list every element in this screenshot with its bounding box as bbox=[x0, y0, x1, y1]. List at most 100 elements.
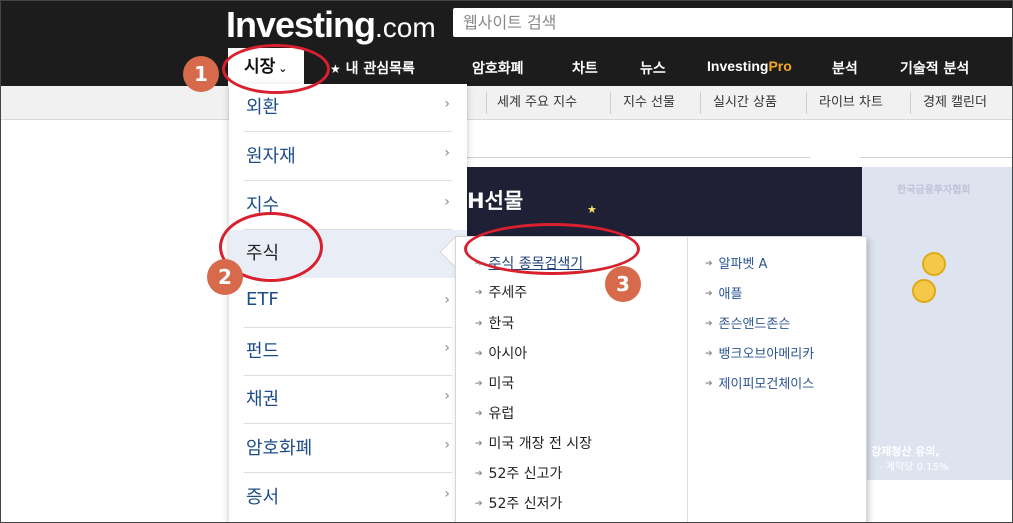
menu-item-certificates[interactable]: 증서 › bbox=[244, 474, 452, 522]
arrow-bullet-icon: ➔ bbox=[475, 259, 483, 269]
chevron-right-icon: › bbox=[444, 292, 450, 308]
arrow-bullet-icon: ➔ bbox=[475, 288, 483, 298]
annotation-badge-3: 3 bbox=[605, 266, 641, 302]
divider bbox=[687, 237, 688, 523]
submenu-link-stock[interactable]: ➔ 애플 bbox=[705, 284, 742, 304]
subnav-economic-calendar[interactable]: 경제 캘린더 bbox=[923, 86, 987, 120]
banner-illustration bbox=[862, 167, 1013, 480]
submenu-item-label: 미국 bbox=[488, 376, 515, 392]
chevron-right-icon: › bbox=[444, 194, 450, 210]
nav-investingpro[interactable]: InvestingPro bbox=[707, 58, 792, 75]
star-icon: ★ bbox=[330, 62, 341, 76]
menu-item-label: 증서 bbox=[246, 487, 280, 508]
subnav-live-charts[interactable]: 라이브 차트 bbox=[819, 86, 883, 120]
menu-item-indices[interactable]: 지수 › bbox=[244, 182, 452, 230]
submenu-item[interactable]: ➔ 52주 신고가 bbox=[475, 464, 562, 484]
top-header: Investing.com 웹사이트 검색 시장 ⌄ ★ 내 관심목록 암호화폐 … bbox=[0, 0, 1013, 86]
submenu-link-stock[interactable]: ➔ 존슨앤드존슨 bbox=[705, 314, 790, 334]
chevron-right-icon: › bbox=[444, 388, 450, 404]
chevron-down-icon: ⌄ bbox=[278, 62, 288, 75]
submenu-item-label: 52주 신고가 bbox=[488, 466, 563, 482]
banner-corner-text: 한국금융투자협회 bbox=[897, 185, 971, 196]
divider bbox=[467, 157, 810, 158]
submenu-item-label: 주식 종목검색기 bbox=[488, 256, 584, 272]
menu-item-label: 펀드 bbox=[246, 341, 280, 362]
chevron-right-icon: › bbox=[444, 340, 450, 356]
annotation-badge-2: 2 bbox=[207, 259, 243, 295]
nav-analysis[interactable]: 분석 bbox=[832, 58, 858, 78]
menu-item-funds[interactable]: 펀드 › bbox=[244, 328, 452, 376]
subnav-index-futures[interactable]: 지수 선물 bbox=[623, 86, 675, 120]
arrow-bullet-icon: ➔ bbox=[705, 289, 713, 299]
submenu-item-label: 유럽 bbox=[488, 406, 515, 422]
menu-item-bonds[interactable]: 채권 › bbox=[244, 376, 452, 424]
submenu-item[interactable]: ➔ 미국 개장 전 시장 bbox=[475, 434, 592, 454]
banner-note: - 계약당 0.15% bbox=[879, 462, 949, 473]
subnav-world-indices[interactable]: 세계 주요 지수 bbox=[497, 86, 577, 120]
nav-charts[interactable]: 차트 bbox=[572, 58, 598, 78]
menu-item-crypto[interactable]: 암호화폐 › bbox=[244, 425, 452, 473]
submenu-item[interactable]: ➔ 52주 신저가 bbox=[475, 494, 562, 514]
submenu-link-label: 뱅크오브아메리카 bbox=[718, 347, 815, 362]
submenu-item[interactable]: ➔ 아시아 bbox=[475, 344, 527, 364]
banner-title: H선물 bbox=[467, 189, 524, 213]
submenu-link-stock[interactable]: ➔ 알파벳 A bbox=[705, 254, 767, 274]
submenu-link-stock[interactable]: ➔ 뱅크오브아메리카 bbox=[705, 344, 814, 364]
arrow-bullet-icon: ➔ bbox=[705, 379, 713, 389]
coin-icon bbox=[912, 279, 936, 303]
stocks-submenu: ➔ 주식 종목검색기 ➔ 주세주 ➔ 한국 ➔ 아시아 ➔ 미국 ➔ 유럽 ➔ 미국 개장 전… bbox=[455, 236, 867, 523]
menu-item-label: 암호화폐 bbox=[246, 438, 313, 459]
submenu-item[interactable]: ➔ 주세주 bbox=[475, 283, 527, 303]
submenu-item[interactable]: ➔ 유럽 bbox=[475, 404, 514, 424]
arrow-bullet-icon: ➔ bbox=[475, 319, 483, 329]
submenu-link-label: 존슨앤드존슨 bbox=[718, 317, 791, 332]
banner-note: 강제청산 유의, bbox=[871, 445, 940, 458]
nav-watchlist-label: 내 관심목록 bbox=[345, 61, 415, 77]
submenu-item-stock-screener[interactable]: ➔ 주식 종목검색기 bbox=[475, 254, 583, 274]
arrow-bullet-icon: ➔ bbox=[705, 319, 713, 329]
search-input[interactable]: 웹사이트 검색 bbox=[453, 8, 1013, 37]
menu-item-label: 외환 bbox=[246, 97, 280, 118]
submenu-item[interactable]: ➔ 미국 bbox=[475, 374, 514, 394]
nav-crypto[interactable]: 암호화폐 bbox=[472, 58, 524, 78]
menu-item-stocks[interactable]: 주식 bbox=[229, 230, 467, 278]
menu-item-forex[interactable]: 외환 › bbox=[244, 84, 452, 132]
menu-item-label: 채권 bbox=[246, 389, 280, 410]
logo-main: Investing bbox=[226, 4, 376, 45]
site-logo[interactable]: Investing.com bbox=[226, 4, 436, 46]
nav-market-label: 시장 bbox=[244, 57, 276, 77]
investingpro-accent: Pro bbox=[768, 58, 792, 74]
chevron-right-icon: › bbox=[444, 486, 450, 502]
nav-watchlist[interactable]: ★ 내 관심목록 bbox=[330, 58, 415, 78]
coin-icon bbox=[922, 252, 946, 276]
chevron-right-icon: › bbox=[444, 96, 450, 112]
menu-item-commodities[interactable]: 원자재 › bbox=[244, 133, 452, 181]
divider bbox=[910, 92, 911, 114]
chevron-right-icon: › bbox=[444, 437, 450, 453]
submenu-link-stock[interactable]: ➔ 제이피모건체이스 bbox=[705, 374, 814, 394]
markets-dropdown: 외환 › 원자재 › 지수 › 주식 ETF › 펀드 › 채권 › 암호화폐 … bbox=[229, 84, 467, 523]
arrow-bullet-icon: ➔ bbox=[475, 499, 483, 509]
menu-item-label: 주식 bbox=[246, 243, 280, 264]
submenu-item[interactable]: ➔ 한국 bbox=[475, 314, 514, 334]
divider bbox=[610, 92, 611, 114]
arrow-bullet-icon: ➔ bbox=[705, 349, 713, 359]
arrow-bullet-icon: ➔ bbox=[475, 409, 483, 419]
nav-market[interactable]: 시장 ⌄ bbox=[228, 48, 304, 86]
arrow-bullet-icon: ➔ bbox=[475, 439, 483, 449]
subnav-live-commodities[interactable]: 실시간 상품 bbox=[713, 86, 777, 120]
arrow-bullet-icon: ➔ bbox=[475, 469, 483, 479]
chevron-right-icon: › bbox=[444, 145, 450, 161]
menu-item-etf[interactable]: ETF › bbox=[244, 280, 452, 328]
divider bbox=[486, 92, 487, 114]
nav-technical[interactable]: 기술적 분석 bbox=[900, 58, 969, 78]
star-decoration-icon: ★ bbox=[587, 203, 597, 216]
arrow-bullet-icon: ➔ bbox=[475, 349, 483, 359]
annotation-badge-1: 1 bbox=[183, 56, 219, 92]
submenu-item-label: 한국 bbox=[488, 316, 515, 332]
divider bbox=[806, 92, 807, 114]
secondary-nav: 세계 주요 지수 지수 선물 실시간 상품 라이브 차트 경제 캘린더 bbox=[0, 86, 1013, 120]
nav-news[interactable]: 뉴스 bbox=[640, 58, 666, 78]
submenu-item-label: 미국 개장 전 시장 bbox=[488, 436, 593, 452]
divider bbox=[860, 157, 1013, 158]
